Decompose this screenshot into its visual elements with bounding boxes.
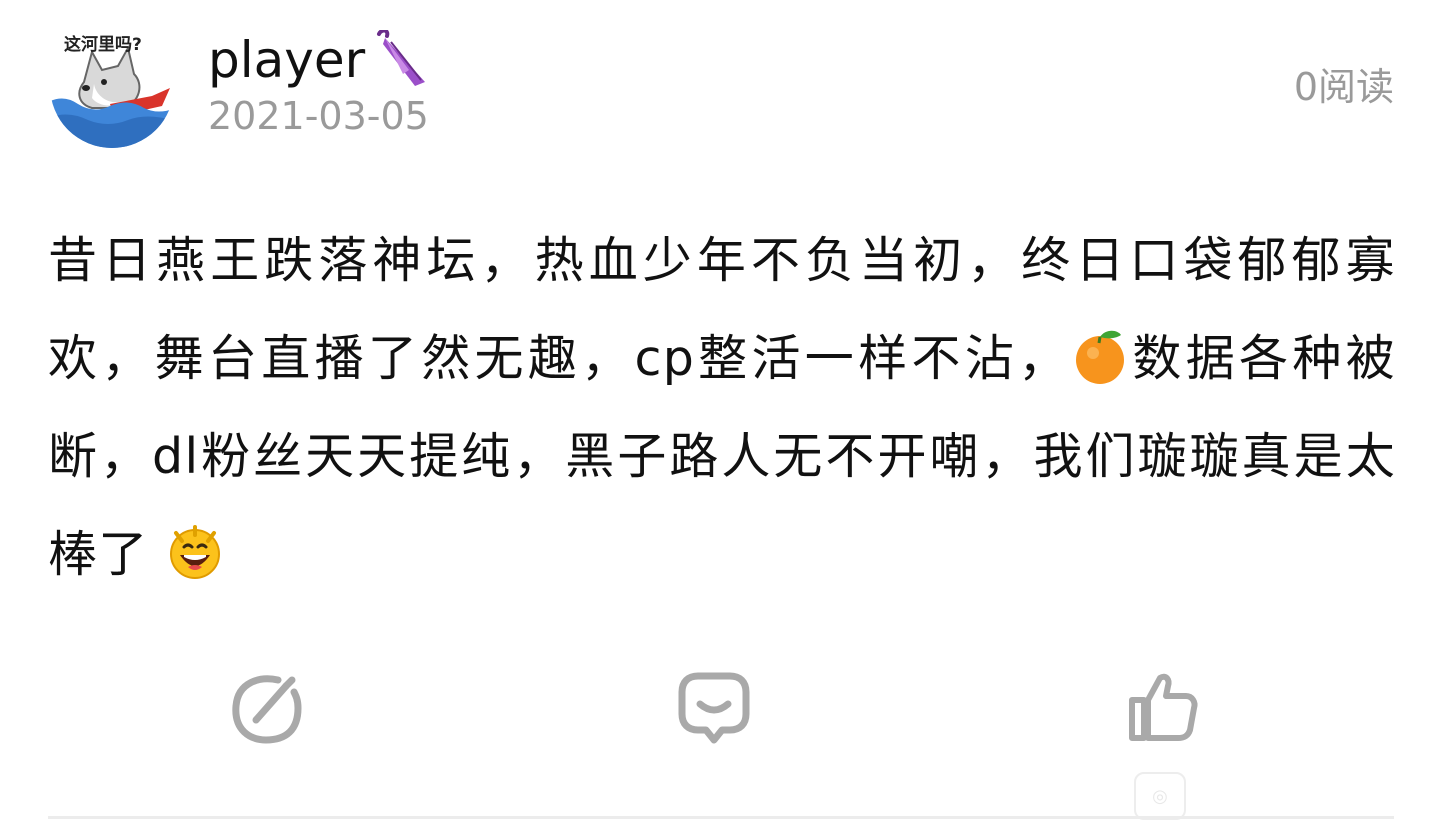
share-edit-icon [226,668,306,748]
share-button[interactable] [226,668,306,748]
avatar-caption: 这河里吗? [64,35,142,55]
tangerine-icon [1071,320,1129,384]
post-date: 2021-03-05 [208,94,429,138]
divider [48,816,1394,819]
post-card: 这河里吗? player 2021-03-05 0阅读 昔日燕王跌落神坛，热血少… [0,0,1440,836]
user-name-text: player [208,31,366,89]
comment-bubble-icon [674,668,754,748]
closed-umbrella-icon [369,28,431,90]
like-button[interactable] [1122,668,1202,748]
post-body: 昔日燕王跌落神坛，热血少年不负当初，终日口袋郁郁寡欢，舞台直播了然无趣，cp整活… [48,212,1396,604]
grinning-face-icon [166,516,224,579]
read-count: 0阅读 [1293,65,1394,109]
watermark-icon: ◎ [1134,772,1186,820]
thumbs-up-icon [1122,668,1202,748]
comment-button[interactable] [674,668,754,748]
user-name[interactable]: player [208,28,431,90]
